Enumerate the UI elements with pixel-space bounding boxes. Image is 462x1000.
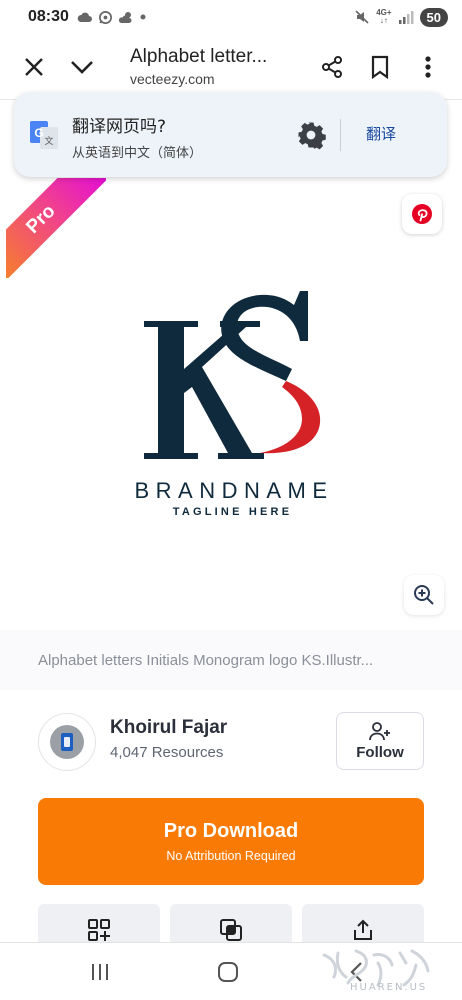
- similar-icon: [220, 919, 242, 941]
- avatar-image-icon: [61, 733, 73, 751]
- ks-monogram-logo: [144, 291, 321, 459]
- translate-button[interactable]: 翻译: [366, 123, 396, 144]
- author-name[interactable]: Khoirul Fajar: [110, 717, 227, 739]
- gt-logo-g: G: [34, 126, 43, 140]
- gear-icon[interactable]: [296, 120, 326, 150]
- gt-logo-wen: 文: [44, 135, 53, 147]
- mute-icon: [355, 10, 369, 24]
- browser-toolbar: Alphabet letter... vecteezy.com: [0, 34, 462, 100]
- translate-popup: G 文 翻译网页吗? 从英语到中文（简体） 翻译: [14, 92, 447, 177]
- download-subtitle: No Attribution Required: [166, 849, 296, 863]
- page-title: Alphabet letter...: [130, 46, 268, 67]
- watermark-text: HUAREN.US: [350, 982, 428, 993]
- status-time: 08:30: [28, 8, 69, 25]
- add-to-collection-icon: [88, 919, 110, 941]
- network-type: 4G+ ↓↑: [376, 8, 392, 25]
- logo-brand-name: BRANDNAME: [134, 478, 334, 503]
- logo-tagline: TAGLINE HERE: [172, 506, 293, 518]
- more-vert-icon: [425, 56, 431, 78]
- whatsapp-icon: [98, 10, 112, 24]
- bookmark-button[interactable]: [362, 49, 398, 85]
- author-avatar[interactable]: [38, 713, 96, 771]
- google-translate-icon: G 文: [30, 121, 58, 149]
- share-icon: [322, 56, 342, 78]
- cloud-icon: [77, 12, 92, 22]
- pinterest-icon: [412, 204, 432, 224]
- chevron-down-icon: [71, 61, 93, 74]
- share-button[interactable]: [314, 49, 350, 85]
- pro-ribbon: Pro: [6, 178, 106, 278]
- battery-indicator: 50: [419, 7, 448, 27]
- zoom-button[interactable]: [404, 575, 444, 615]
- weather-icon: [118, 11, 132, 23]
- add-user-icon: [369, 722, 390, 741]
- share-icon: [354, 919, 372, 940]
- author-resources: 4,047 Resources: [110, 744, 224, 761]
- page-domain: vecteezy.com: [130, 71, 215, 87]
- translate-divider: [340, 119, 341, 151]
- minimize-button[interactable]: [64, 49, 100, 85]
- pro-badge-text: Pro: [22, 200, 60, 238]
- asset-preview[interactable]: Pro BRANDNAME TAGLINE HERE: [6, 178, 456, 630]
- more-menu-button[interactable]: [410, 49, 446, 85]
- status-bar: 08:30 4G+ ↓↑ 50: [0, 0, 462, 34]
- pinterest-button[interactable]: [402, 194, 442, 234]
- close-tab-button[interactable]: [16, 49, 52, 85]
- follow-button[interactable]: Follow: [336, 712, 424, 770]
- dot-icon: [140, 14, 146, 20]
- translate-languages: 从英语到中文（简体）: [72, 146, 203, 161]
- follow-label: Follow: [356, 744, 404, 761]
- home-icon: [218, 962, 238, 982]
- asset-caption: Alphabet letters Initials Monogram logo …: [38, 652, 374, 669]
- signal-icon: [398, 11, 414, 24]
- pro-download-button[interactable]: Pro Download No Attribution Required: [38, 798, 424, 885]
- download-title: Pro Download: [163, 820, 299, 842]
- home-button[interactable]: [208, 957, 248, 987]
- bookmark-icon: [371, 55, 389, 79]
- recent-apps-icon: [92, 964, 108, 980]
- close-icon: [25, 58, 43, 76]
- translate-question: 翻译网页吗?: [72, 117, 167, 137]
- zoom-in-icon: [414, 585, 434, 605]
- url-block[interactable]: Alphabet letter... vecteezy.com: [130, 46, 300, 87]
- recent-apps-button[interactable]: [80, 957, 120, 987]
